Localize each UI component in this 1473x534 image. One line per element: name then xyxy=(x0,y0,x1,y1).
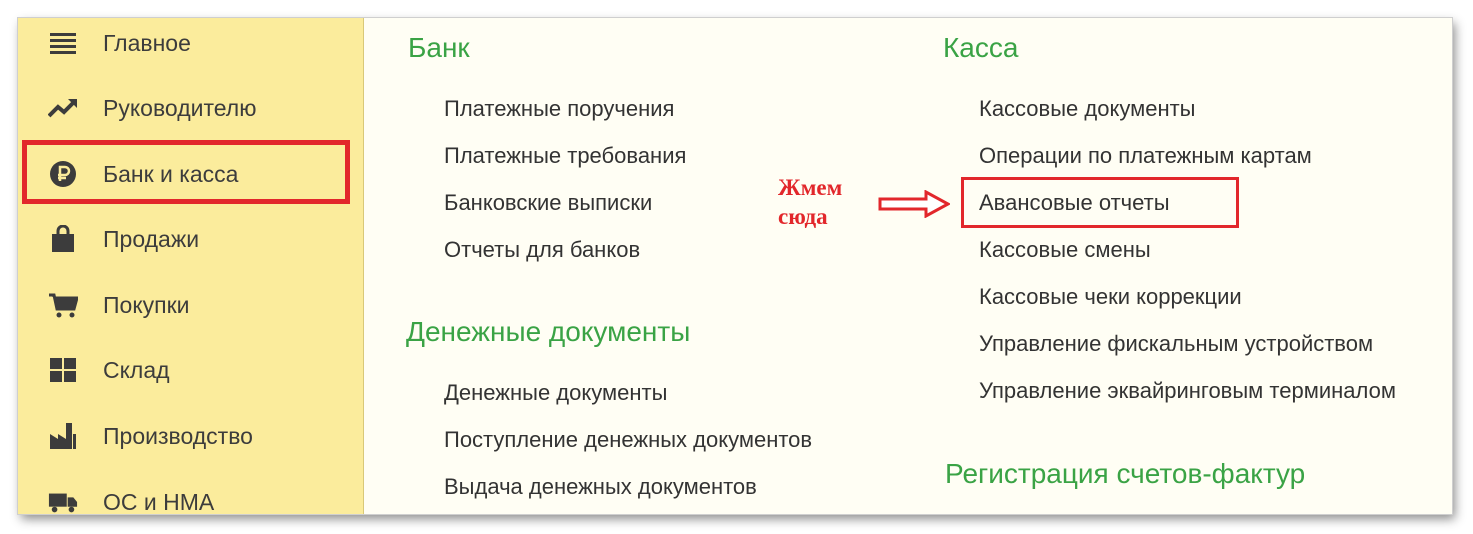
sidebar-item-label: Покупки xyxy=(103,291,190,318)
annotation-line-2: сюда xyxy=(778,204,828,229)
sidebar-item-sales[interactable]: Продажи xyxy=(18,214,363,264)
group-title-money-documents: Денежные документы xyxy=(406,316,691,347)
link-fiscal-device-management[interactable]: Управление фискальным устройством xyxy=(979,331,1373,357)
sidebar: Главное Руководителю Банк и касса Продаж… xyxy=(18,18,364,514)
sidebar-item-label: Главное xyxy=(103,29,191,56)
truck-icon xyxy=(48,487,78,514)
link-money-documents-receipt[interactable]: Поступление денежных документов xyxy=(444,427,812,453)
annotation-line-1: Жмем xyxy=(778,175,843,200)
menu-icon xyxy=(48,28,78,58)
sidebar-item-warehouse[interactable]: Склад xyxy=(18,345,363,395)
link-card-operations[interactable]: Операции по платежным картам xyxy=(979,143,1312,169)
group-title-cash: Касса xyxy=(943,32,1019,63)
link-cash-shifts[interactable]: Кассовые смены xyxy=(979,237,1151,263)
link-acquiring-terminal-management[interactable]: Управление эквайринговым терминалом xyxy=(979,378,1396,404)
link-money-documents-issue[interactable]: Выдача денежных документов xyxy=(444,474,757,500)
sidebar-item-production[interactable]: Производство xyxy=(18,411,363,461)
annotation-callout: Жмем сюда xyxy=(778,173,842,231)
warehouse-grid-icon xyxy=(48,355,78,385)
group-title-invoice-registration: Регистрация счетов-фактур xyxy=(945,458,1306,489)
sidebar-item-label: ОС и НМА xyxy=(103,488,215,515)
link-payment-requests[interactable]: Платежные требования xyxy=(444,143,686,169)
link-money-documents[interactable]: Денежные документы xyxy=(444,380,667,406)
trend-up-icon xyxy=(48,93,78,123)
sidebar-item-assets[interactable]: ОС и НМА xyxy=(18,477,363,514)
link-payment-orders[interactable]: Платежные поручения xyxy=(444,96,674,122)
shopping-bag-icon xyxy=(48,224,78,254)
group-title-bank: Банк xyxy=(408,32,470,63)
sidebar-item-label: Склад xyxy=(103,356,170,383)
annotation-arrow-icon xyxy=(878,190,950,218)
sidebar-item-purchases[interactable]: Покупки xyxy=(18,280,363,330)
link-correction-receipts[interactable]: Кассовые чеки коррекции xyxy=(979,284,1242,310)
active-section-highlight xyxy=(22,140,350,204)
app-window: Главное Руководителю Банк и касса Продаж… xyxy=(18,18,1452,514)
link-bank-reports[interactable]: Отчеты для банков xyxy=(444,237,640,263)
link-cash-documents[interactable]: Кассовые документы xyxy=(979,96,1195,122)
sidebar-item-manager[interactable]: Руководителю xyxy=(18,83,363,133)
sidebar-item-main[interactable]: Главное xyxy=(18,18,363,68)
factory-icon xyxy=(48,421,78,451)
target-link-highlight xyxy=(961,177,1239,228)
sidebar-item-label: Производство xyxy=(103,422,253,449)
link-bank-statements[interactable]: Банковские выписки xyxy=(444,190,652,216)
sidebar-item-label: Продажи xyxy=(103,225,200,252)
cart-icon xyxy=(48,290,78,320)
sidebar-item-label: Руководителю xyxy=(103,94,257,121)
